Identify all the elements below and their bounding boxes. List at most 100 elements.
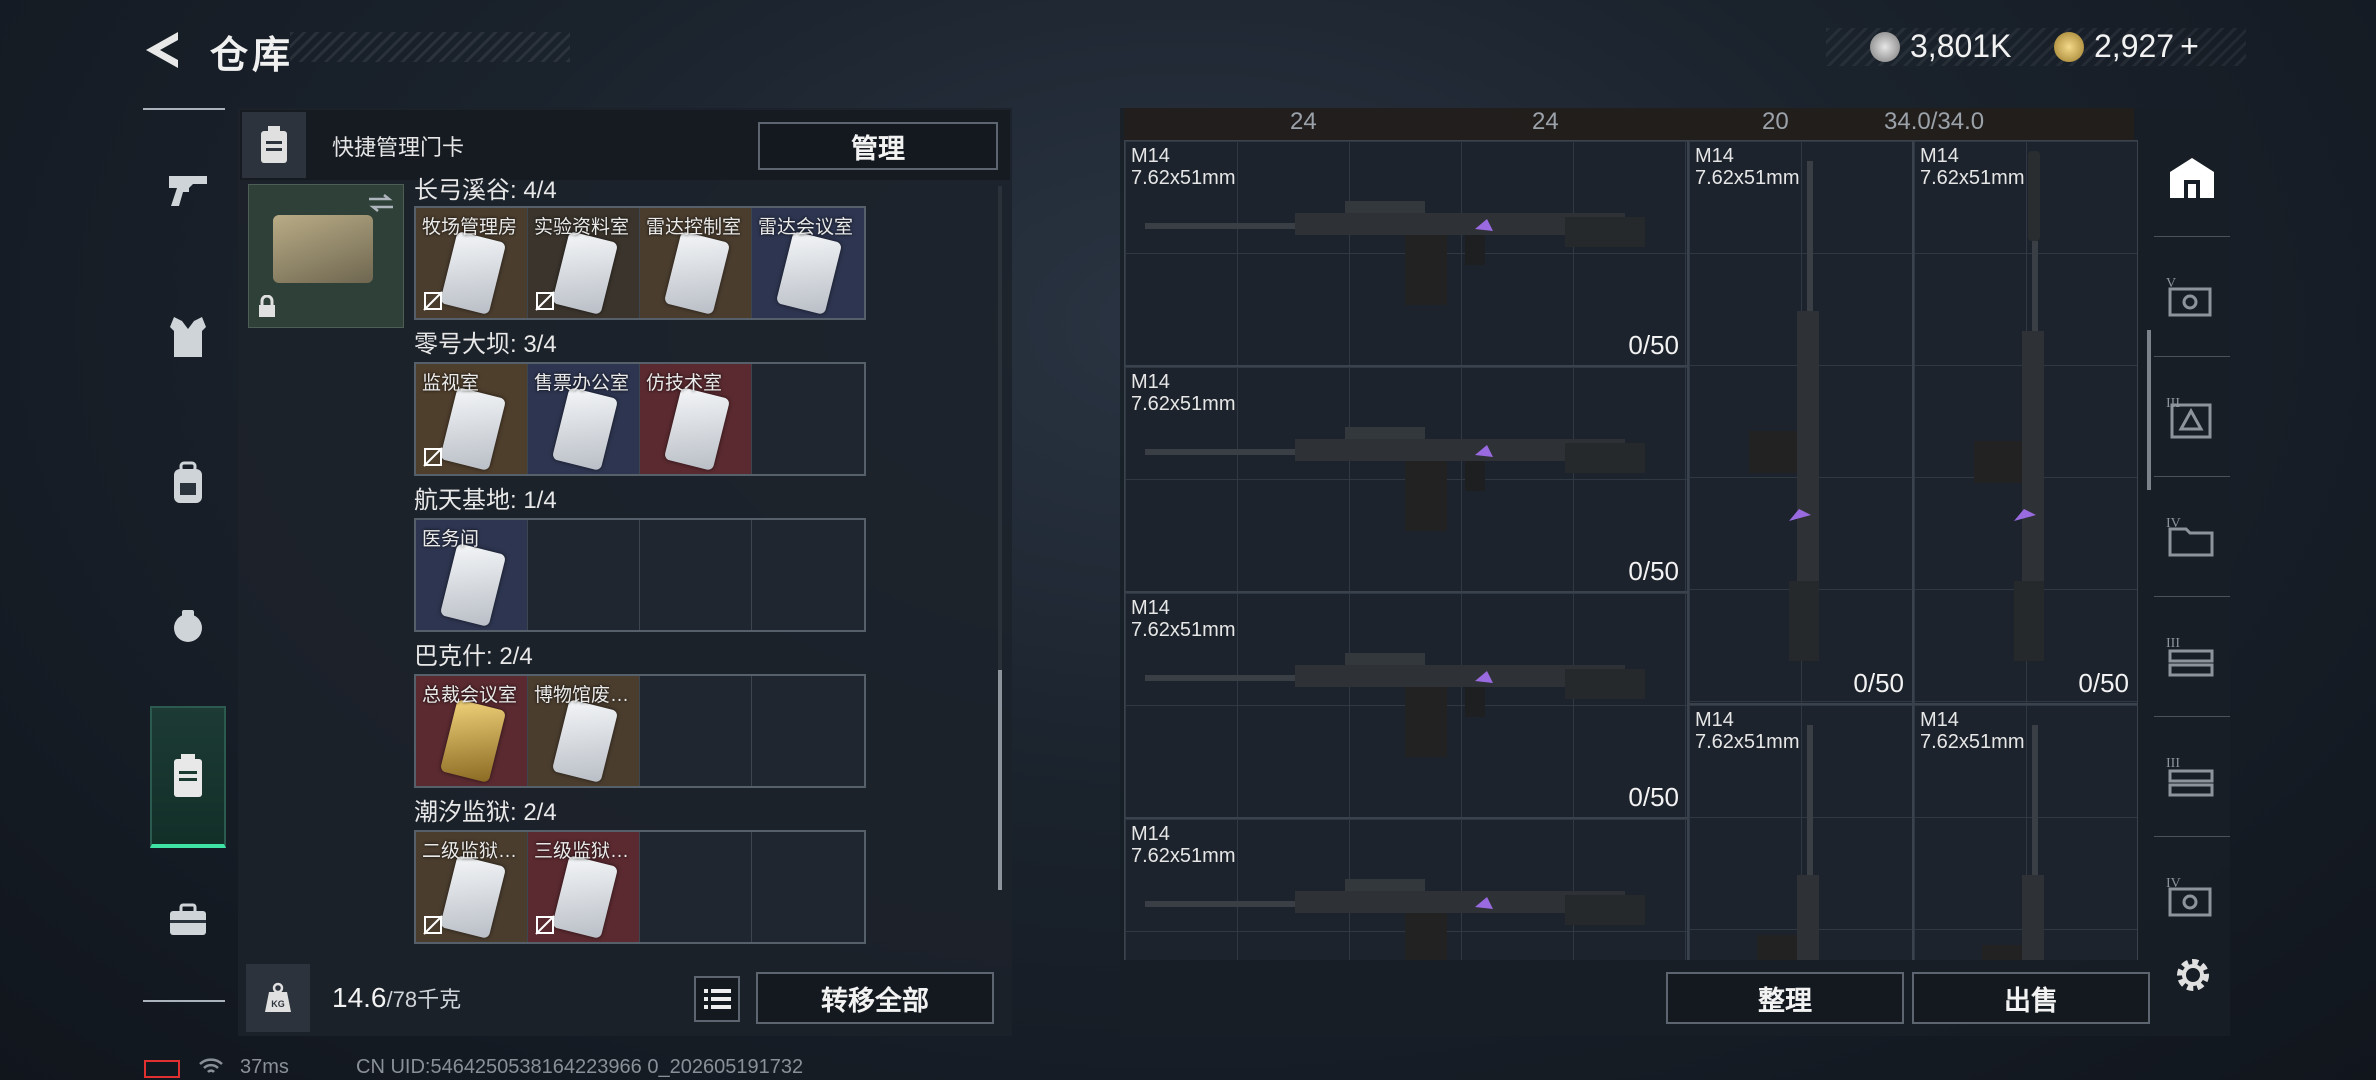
keycard-slot[interactable]: 仿技术室 bbox=[640, 364, 752, 474]
empty-slot[interactable] bbox=[752, 676, 864, 786]
weapon-scrollbar[interactable] bbox=[2147, 330, 2151, 490]
sell-button[interactable]: 出售 bbox=[1912, 972, 2150, 1024]
keycard-row-bakesh: 总裁会议室 博物馆废… bbox=[414, 674, 866, 788]
keycard-scrollbar[interactable] bbox=[998, 670, 1002, 890]
keycard-image bbox=[663, 387, 731, 471]
empty-slot[interactable] bbox=[640, 676, 752, 786]
weapon-slot[interactable]: M14 7.62x51mm bbox=[1688, 704, 1913, 960]
keycard-row-prison: 二级监狱… 三级监狱… bbox=[414, 830, 866, 944]
weapon-name: M14 7.62x51mm bbox=[1695, 145, 1800, 189]
vest-icon bbox=[170, 317, 206, 357]
no-carry-icon bbox=[423, 915, 443, 935]
keycard-image bbox=[439, 231, 507, 315]
keycard-slot[interactable]: 售票办公室 bbox=[528, 364, 640, 474]
empty-slot[interactable] bbox=[752, 832, 864, 942]
weapon-slot[interactable]: M14 7.62x51mm 0/50 bbox=[1124, 592, 1688, 818]
tab-level-iii-a[interactable]: III bbox=[2154, 376, 2230, 456]
tab-divider bbox=[2154, 236, 2230, 237]
nav-pouch[interactable] bbox=[150, 586, 226, 666]
empty-slot[interactable] bbox=[752, 520, 864, 630]
tab-level-iv-a[interactable]: IV bbox=[2154, 496, 2230, 576]
nav-backpack[interactable] bbox=[150, 444, 226, 524]
no-carry-icon bbox=[535, 291, 555, 311]
backpack-icon bbox=[174, 461, 202, 503]
weapon-name: M14 7.62x51mm bbox=[1920, 145, 2025, 189]
section-title-aerospace: 航天基地: 1/4 bbox=[414, 487, 557, 514]
keycard-header-icon-box bbox=[242, 112, 306, 178]
weapon-ammo: 0/50 bbox=[1853, 668, 1904, 698]
add-currency-button[interactable]: + bbox=[2180, 28, 2199, 65]
weapon-slot[interactable]: M14 7.62x51mm 0/50 bbox=[1124, 366, 1688, 592]
weapon-slot[interactable]: M14 7.62x51mm 0/50 bbox=[1688, 140, 1913, 704]
folder-icon: IV bbox=[2166, 516, 2214, 557]
nav-keycard-case[interactable] bbox=[150, 706, 226, 848]
weapon-name: M14 7.62x51mm bbox=[1131, 823, 1236, 867]
pistol-icon bbox=[169, 176, 207, 206]
keycard-slot[interactable]: 监视室 bbox=[416, 364, 528, 474]
tab-divider bbox=[2154, 356, 2230, 357]
nav-weapons[interactable] bbox=[150, 150, 226, 230]
keycard-slot[interactable]: 医务间 bbox=[416, 520, 528, 630]
quick-manage-label: 快捷管理门卡 bbox=[332, 135, 465, 160]
empty-slot[interactable] bbox=[640, 832, 752, 942]
keycard-image bbox=[551, 231, 619, 315]
weapon-name: M14 7.62x51mm bbox=[1131, 371, 1236, 415]
weapon-slot[interactable]: M14 7.62x51mm bbox=[1913, 704, 2138, 960]
keycard-case-icon bbox=[174, 754, 202, 797]
empty-slot[interactable] bbox=[752, 364, 864, 474]
keycard-case-slot[interactable] bbox=[248, 184, 404, 328]
home-icon bbox=[2170, 158, 2214, 198]
keycard-slot[interactable]: 牧场管理房 bbox=[416, 208, 528, 318]
swap-icon[interactable] bbox=[367, 193, 395, 213]
no-carry-icon bbox=[423, 291, 443, 311]
tab-level-v[interactable]: V bbox=[2154, 256, 2230, 336]
rifle-image-vertical bbox=[1982, 725, 2044, 960]
keycard-image bbox=[439, 543, 507, 627]
keycard-image bbox=[439, 387, 507, 471]
keycard-slot[interactable]: 雷达控制室 bbox=[640, 208, 752, 318]
no-carry-icon bbox=[535, 915, 555, 935]
weapon-slot[interactable]: M14 7.62x51mm bbox=[1124, 818, 1688, 960]
weight-icon-box: KG bbox=[246, 964, 310, 1032]
tab-level-iii-c[interactable]: III bbox=[2154, 736, 2230, 816]
keycard-image bbox=[439, 855, 507, 939]
settings-gear-icon[interactable] bbox=[2170, 952, 2216, 998]
rifle-image bbox=[1145, 653, 1645, 757]
weapon-name: M14 7.62x51mm bbox=[1131, 145, 1236, 189]
weapon-ammo: 0/50 bbox=[1628, 782, 1679, 812]
rack-icon: III bbox=[2166, 636, 2214, 677]
sort-button[interactable]: 整理 bbox=[1666, 972, 1904, 1024]
keycard-slot[interactable]: 实验资料室 bbox=[528, 208, 640, 318]
back-arrow-icon[interactable] bbox=[142, 28, 186, 72]
silver-coin-icon bbox=[1870, 31, 1900, 62]
keycard-slot[interactable]: 雷达会议室 bbox=[752, 208, 864, 318]
transfer-all-button[interactable]: 转移全部 bbox=[756, 972, 994, 1024]
weapon-name: M14 7.62x51mm bbox=[1131, 597, 1236, 641]
svg-text:KG: KG bbox=[271, 999, 285, 1009]
keycard-scroll-area[interactable]: 长弓溪谷: 4/4 牧场管理房 实验资料室 雷达控制室 雷达会议室 零号大坝: … bbox=[410, 176, 990, 948]
weapon-name: M14 7.62x51mm bbox=[1920, 709, 2025, 753]
tab-home[interactable] bbox=[2154, 138, 2230, 218]
keycard-case-image bbox=[273, 215, 373, 283]
keycard-slot[interactable]: 三级监狱… bbox=[528, 832, 640, 942]
list-view-icon[interactable] bbox=[694, 976, 740, 1022]
manage-button[interactable]: 管理 bbox=[758, 122, 998, 170]
keycard-slot[interactable]: 博物馆废… bbox=[528, 676, 640, 786]
empty-slot[interactable] bbox=[640, 520, 752, 630]
keycard-slot[interactable]: 二级监狱… bbox=[416, 832, 528, 942]
keycard-row-changgong: 牧场管理房 实验资料室 雷达控制室 雷达会议室 bbox=[414, 206, 866, 320]
weapon-slot[interactable]: M14 7.62x51mm 0/50 bbox=[1913, 140, 2138, 704]
weapon-ammo: 0/50 bbox=[1628, 556, 1679, 586]
currency-gold[interactable]: 2,927 + bbox=[2054, 28, 2199, 65]
nav-briefcase[interactable] bbox=[150, 880, 226, 960]
lock-icon bbox=[259, 295, 275, 317]
weapon-grid[interactable]: M14 7.62x51mm 0/50 M14 7.62x51mm 0/50 M14 7… bbox=[1124, 140, 2140, 960]
weapon-slot[interactable]: M14 7.62x51mm 0/50 bbox=[1124, 140, 1688, 366]
keycard-slot[interactable]: 总裁会议室 bbox=[416, 676, 528, 786]
tab-level-iv-b[interactable]: IV bbox=[2154, 856, 2230, 936]
nav-armor[interactable] bbox=[150, 296, 226, 376]
empty-slot[interactable] bbox=[528, 520, 640, 630]
nav-divider-bottom bbox=[143, 1000, 225, 1002]
tab-level-iii-b[interactable]: III bbox=[2154, 616, 2230, 696]
keycard-image bbox=[775, 231, 843, 315]
